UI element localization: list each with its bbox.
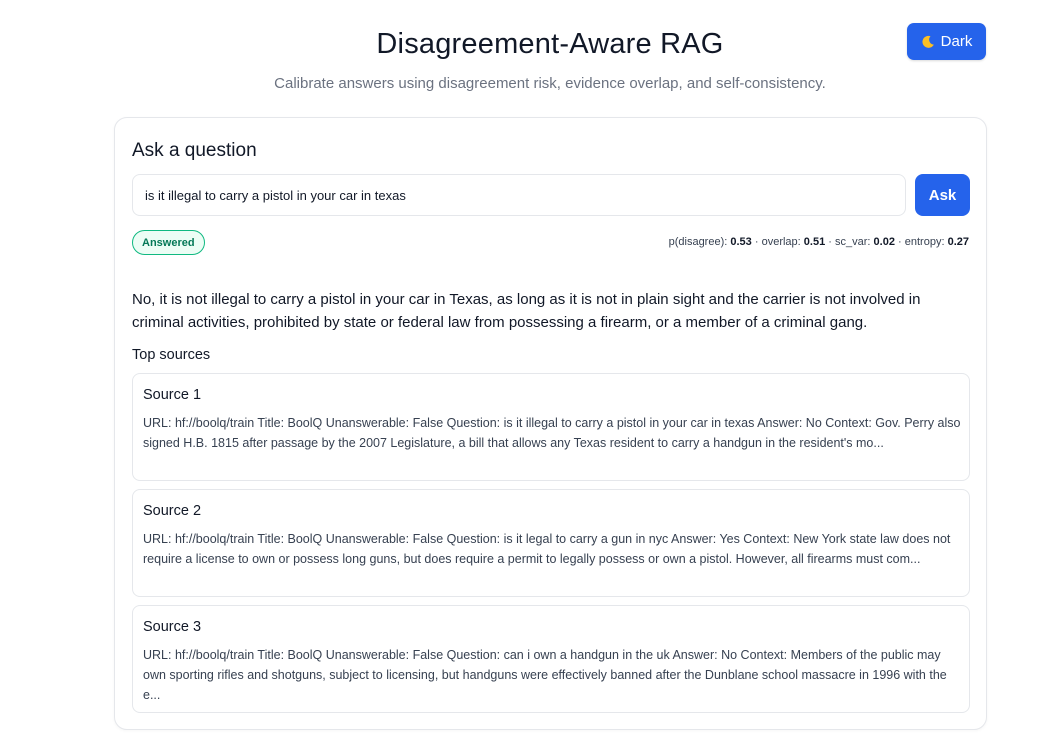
metric-separator: · bbox=[898, 236, 905, 248]
question-card: Ask a question Ask Answered p(disagree):… bbox=[114, 117, 987, 730]
metric-label: entropy: bbox=[904, 236, 945, 248]
metric-label: p(disagree): bbox=[668, 236, 728, 248]
source-card: Source 3 URL: hf://boolq/train Title: Bo… bbox=[132, 605, 970, 713]
status-badge: Answered bbox=[132, 230, 205, 255]
source-card: Source 1 URL: hf://boolq/train Title: Bo… bbox=[132, 373, 970, 481]
source-title: Source 2 bbox=[143, 503, 202, 519]
metric-value: 0.53 bbox=[730, 236, 752, 248]
answer-text: No, it is not illegal to carry a pistol … bbox=[132, 291, 921, 331]
page: Disagreement-Aware RAG Calibrate answers… bbox=[0, 0, 1055, 745]
theme-toggle-label: Dark bbox=[940, 33, 973, 50]
source-snippet: URL: hf://boolq/train Title: BoolQ Unans… bbox=[143, 532, 951, 566]
metric-value: 0.02 bbox=[873, 236, 895, 248]
ask-button[interactable]: Ask bbox=[915, 174, 970, 216]
metric-value: 0.51 bbox=[803, 236, 826, 248]
moon-icon bbox=[921, 35, 935, 49]
metric-separator: · bbox=[828, 236, 836, 248]
page-subtitle: Calibrate answers using disagreement ris… bbox=[274, 75, 826, 92]
metric-label: sc_var: bbox=[835, 236, 871, 248]
sources-heading: Top sources bbox=[132, 347, 211, 363]
source-title: Source 1 bbox=[143, 387, 202, 403]
metric-separator: · bbox=[754, 236, 762, 248]
metric-label: overlap: bbox=[761, 236, 801, 248]
source-title: Source 3 bbox=[143, 619, 202, 635]
question-heading: Ask a question bbox=[132, 140, 257, 161]
page-title: Disagreement-Aware RAG bbox=[376, 28, 724, 60]
source-snippet: URL: hf://boolq/train Title: BoolQ Unans… bbox=[143, 416, 961, 450]
source-card: Source 2 URL: hf://boolq/train Title: Bo… bbox=[132, 489, 970, 597]
theme-toggle-button[interactable]: Dark bbox=[907, 23, 986, 60]
source-snippet: URL: hf://boolq/train Title: BoolQ Unans… bbox=[143, 648, 947, 702]
metric-value: 0.27 bbox=[947, 236, 969, 248]
metrics-readout: p(disagree): 0.53 · overlap: 0.51 · sc_v… bbox=[669, 236, 969, 248]
question-input[interactable] bbox=[132, 174, 906, 216]
